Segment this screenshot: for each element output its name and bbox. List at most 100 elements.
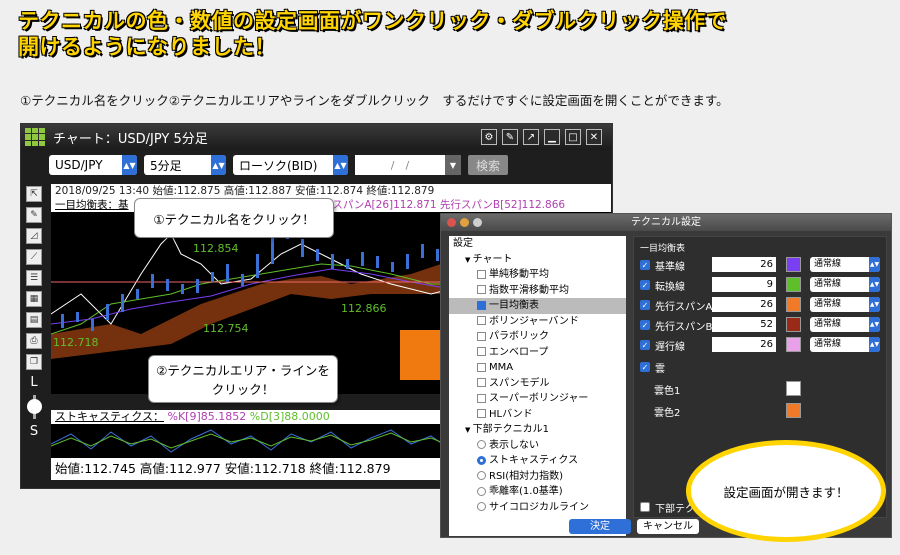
- list-tool-icon[interactable]: ☰: [26, 270, 42, 286]
- checkbox[interactable]: [477, 362, 486, 372]
- pair-select[interactable]: USD/JPY ▲▼: [49, 155, 137, 175]
- checkbox[interactable]: ✓: [640, 340, 650, 350]
- tree-item[interactable]: 乖離率(1.0基準): [449, 484, 626, 500]
- period-input[interactable]: 26: [712, 257, 776, 272]
- period-input[interactable]: 26: [712, 337, 776, 352]
- zoom-slider[interactable]: [26, 395, 42, 419]
- tree-item[interactable]: ▼ チャート: [449, 252, 626, 268]
- checkbox[interactable]: [477, 409, 486, 418]
- candle-select[interactable]: ローソク(BID) ▲▼: [233, 155, 348, 175]
- checkbox[interactable]: [477, 378, 486, 387]
- line-style-select[interactable]: 通常線 ▲▼: [810, 277, 880, 292]
- chevron-down-icon: ▲▼: [211, 155, 226, 175]
- radio-button[interactable]: [477, 486, 486, 496]
- checkbox[interactable]: ✓: [640, 362, 650, 372]
- section-title: 一目均衡表: [640, 244, 686, 254]
- tree-item[interactable]: RSI(相対力指数): [449, 469, 626, 485]
- print-icon[interactable]: ⎙: [26, 333, 42, 349]
- tree-item-label: RSI(相対力指数): [489, 470, 564, 482]
- tree-item[interactable]: スパンモデル: [449, 376, 626, 392]
- indicator-row[interactable]: ✓ 先行スパンA: [640, 297, 712, 313]
- checkbox[interactable]: [640, 502, 650, 512]
- tree-item[interactable]: 一目均衡表: [449, 298, 626, 314]
- tree-item[interactable]: ボリンジャーバンド: [449, 314, 626, 330]
- indicator-row[interactable]: ✓ 遅行線: [640, 337, 685, 353]
- chart-tool-icon[interactable]: ◿: [26, 228, 42, 244]
- line-style-select[interactable]: 通常線 ▲▼: [810, 297, 880, 312]
- tree-item[interactable]: 表示しない: [449, 438, 626, 454]
- checkbox[interactable]: [477, 347, 486, 356]
- gear-icon[interactable]: ⚙: [481, 129, 497, 145]
- checkbox[interactable]: [477, 285, 486, 294]
- indicator-row[interactable]: ✓ 転換線: [640, 277, 685, 293]
- chevron-down-icon[interactable]: ▼: [465, 256, 473, 264]
- timeframe-select[interactable]: 5分足 ▲▼: [144, 155, 226, 175]
- radio-button[interactable]: [477, 502, 486, 511]
- ichimoku-name-link[interactable]: 一目均衡表：基: [55, 199, 129, 211]
- tree-item[interactable]: サイコロジカルライン: [449, 500, 626, 516]
- checkbox[interactable]: [477, 269, 486, 279]
- tree-item[interactable]: 指数平滑移動平均: [449, 283, 626, 299]
- cloud-row[interactable]: ✓ 雲: [640, 359, 665, 375]
- checkbox[interactable]: ✓: [640, 260, 650, 270]
- cloud2-color-swatch[interactable]: [786, 403, 801, 418]
- line-style-select[interactable]: 通常線 ▲▼: [810, 337, 880, 352]
- line-style-select[interactable]: 通常線 ▲▼: [810, 317, 880, 332]
- tree-item[interactable]: HLバンド: [449, 407, 626, 423]
- color-swatch[interactable]: [786, 317, 801, 332]
- cloud1-color-swatch[interactable]: [786, 381, 801, 396]
- maximize-icon[interactable]: □: [565, 129, 581, 145]
- radio-button[interactable]: [477, 471, 486, 480]
- checkbox[interactable]: ✓: [640, 280, 650, 290]
- period-input[interactable]: 26: [712, 297, 776, 312]
- tree-item[interactable]: ▼ 下部テクニカル1: [449, 422, 626, 438]
- chevron-down-icon[interactable]: ▼: [465, 426, 473, 434]
- tree-item-label: 乖離率(1.0基準): [489, 486, 563, 497]
- date-dropdown-icon[interactable]: ▼: [445, 155, 461, 175]
- tree-item[interactable]: スーパーボリンジャー: [449, 391, 626, 407]
- tree-item[interactable]: ストキャスティクス: [449, 453, 626, 469]
- period-input[interactable]: 52: [712, 317, 776, 332]
- checkbox[interactable]: [477, 331, 486, 341]
- radio-button[interactable]: [477, 440, 486, 449]
- cancel-button[interactable]: キャンセル: [637, 519, 699, 534]
- close-icon[interactable]: [447, 218, 456, 227]
- zoom-slider-knob[interactable]: [26, 399, 42, 414]
- indicator-row[interactable]: ✓ 先行スパンB: [640, 317, 712, 333]
- tree-item[interactable]: 設定: [449, 236, 626, 252]
- palette-icon[interactable]: ✎: [502, 129, 518, 145]
- radio-button[interactable]: [477, 455, 486, 465]
- maximize-icon[interactable]: [473, 218, 482, 227]
- color-swatch[interactable]: [786, 337, 801, 352]
- checkbox[interactable]: [477, 393, 486, 403]
- color-swatch[interactable]: [786, 277, 801, 292]
- checkbox[interactable]: ✓: [640, 320, 650, 330]
- stochastic-name-link[interactable]: ストキャスティクス：: [55, 410, 164, 423]
- indicator-label: 先行スパンB: [655, 321, 713, 333]
- copy-icon[interactable]: ❐: [26, 354, 42, 370]
- trend-tool-icon[interactable]: ⟋: [26, 249, 42, 265]
- date-input[interactable]: / /: [355, 155, 445, 175]
- grid-tool-icon[interactable]: ▦: [26, 291, 42, 307]
- line-style-select[interactable]: 通常線 ▲▼: [810, 257, 880, 272]
- search-button[interactable]: 検索: [468, 155, 508, 175]
- close-icon[interactable]: ✕: [586, 129, 602, 145]
- color-swatch[interactable]: [786, 257, 801, 272]
- tree-item[interactable]: 単純移動平均: [449, 267, 626, 283]
- table-tool-icon[interactable]: ▤: [26, 312, 42, 328]
- checkbox[interactable]: [477, 300, 486, 310]
- indicator-row[interactable]: ✓ 基準線: [640, 257, 685, 273]
- checkbox[interactable]: ✓: [640, 300, 650, 310]
- minimize-icon[interactable]: [460, 218, 469, 227]
- cursor-tool-icon[interactable]: ⇱: [26, 186, 42, 202]
- minimize-icon[interactable]: ▁: [544, 129, 560, 145]
- tree-item[interactable]: エンベロープ: [449, 345, 626, 361]
- tree-item[interactable]: パラボリック: [449, 329, 626, 345]
- color-swatch[interactable]: [786, 297, 801, 312]
- ok-button[interactable]: 決定: [569, 519, 631, 534]
- period-input[interactable]: 9: [712, 277, 776, 292]
- tree-item[interactable]: MMA: [449, 360, 626, 376]
- pen-tool-icon[interactable]: ✎: [26, 207, 42, 223]
- checkbox[interactable]: [477, 316, 486, 325]
- popout-icon[interactable]: ↗: [523, 129, 539, 145]
